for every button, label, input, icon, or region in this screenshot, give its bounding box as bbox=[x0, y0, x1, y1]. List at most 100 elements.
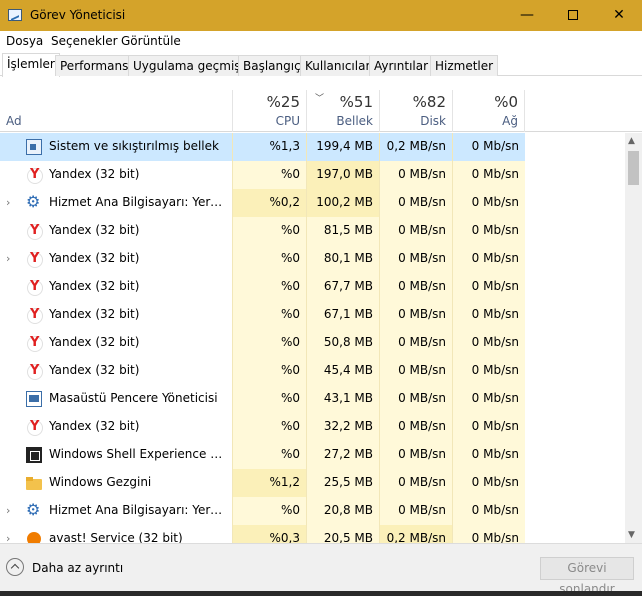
process-mem-value: 45,4 MB bbox=[323, 363, 373, 377]
scroll-thumb[interactable] bbox=[628, 151, 639, 185]
process-mem-cell: 199,4 MB bbox=[306, 133, 379, 161]
process-cpu-cell: %0 bbox=[232, 217, 306, 245]
process-cpu-cell: %0 bbox=[232, 245, 306, 273]
tab-details[interactable]: Ayrıntılar bbox=[369, 55, 434, 76]
process-name: Yandex (32 bit) bbox=[49, 419, 140, 433]
process-row[interactable]: Yandex (32 bit) %0 67,1 MB 0 MB/sn 0 Mb/sn bbox=[0, 301, 625, 329]
process-row[interactable]: Yandex (32 bit) %0 81,5 MB 0 MB/sn 0 Mb/sn bbox=[0, 217, 625, 245]
process-name-cell[interactable]: Yandex (32 bit) bbox=[0, 161, 232, 189]
process-net-value: 0 Mb/sn bbox=[471, 531, 519, 543]
scroll-down-icon[interactable]: ▼ bbox=[628, 530, 635, 540]
process-name-cell[interactable]: Yandex (32 bit) bbox=[0, 301, 232, 329]
tab-performance[interactable]: Performans bbox=[55, 55, 134, 76]
column-disk[interactable]: %82 Disk bbox=[379, 90, 452, 132]
process-disk-value: 0 MB/sn bbox=[398, 307, 446, 321]
process-row[interactable]: Yandex (32 bit) %0 32,2 MB 0 MB/sn 0 Mb/sn bbox=[0, 413, 625, 441]
process-mem-cell: 27,2 MB bbox=[306, 441, 379, 469]
collapse-up-icon[interactable] bbox=[6, 558, 24, 576]
process-row[interactable]: Yandex (32 bit) %0 197,0 MB 0 MB/sn 0 Mb/sn bbox=[0, 161, 625, 189]
process-name: Yandex (32 bit) bbox=[49, 363, 140, 377]
process-net-value: 0 Mb/sn bbox=[471, 419, 519, 433]
taskbar-edge bbox=[0, 591, 642, 596]
expand-chevron-icon[interactable]: › bbox=[6, 532, 10, 543]
process-name-cell[interactable]: › Hizmet Ana Bilgisayarı: Yerel Sis... bbox=[0, 497, 232, 525]
process-cpu-value: %0 bbox=[280, 363, 300, 377]
process-name-cell[interactable]: › Yandex (32 bit) bbox=[0, 245, 232, 273]
process-list: Sistem ve sıkıştırılmış bellek %1,3 199,4 … bbox=[0, 133, 625, 543]
close-button[interactable]: ✕ bbox=[596, 0, 642, 31]
process-mem-value: 43,1 MB bbox=[323, 391, 373, 405]
process-row[interactable]: › Yandex (32 bit) %0 80,1 MB 0 MB/sn 0 Mb/sn bbox=[0, 245, 625, 273]
menu-view[interactable]: Görüntüle bbox=[121, 34, 181, 48]
process-name-cell[interactable]: Sistem ve sıkıştırılmış bellek bbox=[0, 133, 232, 161]
process-row[interactable]: › avast! Service (32 bit) %0,3 20,5 MB 0,2 M… bbox=[0, 525, 625, 543]
menu-file[interactable]: Dosya bbox=[6, 34, 43, 48]
process-row[interactable]: › Hizmet Ana Bilgisayarı: Yerel Sis... %0,… bbox=[0, 189, 625, 217]
process-cpu-cell: %0 bbox=[232, 161, 306, 189]
process-net-value: 0 Mb/sn bbox=[471, 251, 519, 265]
yandex-icon bbox=[26, 307, 43, 324]
column-cpu[interactable]: %25 CPU bbox=[232, 90, 306, 132]
process-mem-value: 80,1 MB bbox=[323, 251, 373, 265]
tab-startup[interactable]: Başlangıç bbox=[238, 55, 306, 76]
process-mem-value: 25,5 MB bbox=[323, 475, 373, 489]
footer: Daha az ayrıntı Görevi sonlandır bbox=[0, 543, 642, 596]
expand-chevron-icon[interactable]: › bbox=[6, 252, 10, 265]
process-row[interactable]: Yandex (32 bit) %0 45,4 MB 0 MB/sn 0 Mb/sn bbox=[0, 357, 625, 385]
process-row[interactable]: Yandex (32 bit) %0 50,8 MB 0 MB/sn 0 Mb/sn bbox=[0, 329, 625, 357]
tab-app-history[interactable]: Uygulama geçmişi bbox=[128, 55, 249, 76]
column-name[interactable]: Ad bbox=[6, 114, 22, 128]
scroll-up-icon[interactable]: ▲ bbox=[628, 136, 635, 146]
maximize-button[interactable] bbox=[550, 0, 596, 31]
process-row[interactable]: › Hizmet Ana Bilgisayarı: Yerel Sis... %0 2… bbox=[0, 497, 625, 525]
process-cpu-value: %0 bbox=[280, 391, 300, 405]
process-disk-value: 0 MB/sn bbox=[398, 447, 446, 461]
process-net-cell: 0 Mb/sn bbox=[452, 385, 525, 413]
process-name: Sistem ve sıkıştırılmış bellek bbox=[49, 139, 219, 153]
process-row[interactable]: Windows Gezgini %1,2 25,5 MB 0 MB/sn 0 Mb/sn bbox=[0, 469, 625, 497]
expand-chevron-icon[interactable]: › bbox=[6, 196, 10, 209]
process-name-cell[interactable]: Yandex (32 bit) bbox=[0, 273, 232, 301]
process-name-cell[interactable]: Yandex (32 bit) bbox=[0, 413, 232, 441]
tab-users[interactable]: Kullanıcılar bbox=[300, 55, 376, 76]
vertical-scrollbar[interactable]: ▲ ▼ bbox=[625, 133, 642, 543]
task-manager-app-icon bbox=[8, 9, 22, 21]
process-mem-cell: 80,1 MB bbox=[306, 245, 379, 273]
process-disk-cell: 0 MB/sn bbox=[379, 329, 452, 357]
process-mem-value: 20,8 MB bbox=[323, 503, 373, 517]
title-bar[interactable]: Görev Yöneticisi — ✕ bbox=[0, 0, 642, 31]
process-mem-cell: 32,2 MB bbox=[306, 413, 379, 441]
process-name: Yandex (32 bit) bbox=[49, 251, 140, 265]
process-row[interactable]: Windows Shell Experience Host %0 27,2 MB 0 … bbox=[0, 441, 625, 469]
process-net-cell: 0 Mb/sn bbox=[452, 357, 525, 385]
process-disk-value: 0 MB/sn bbox=[398, 167, 446, 181]
process-net-value: 0 Mb/sn bbox=[471, 391, 519, 405]
process-row[interactable]: Yandex (32 bit) %0 67,7 MB 0 MB/sn 0 Mb/sn bbox=[0, 273, 625, 301]
tab-processes[interactable]: İşlemler bbox=[2, 53, 60, 77]
process-name-cell[interactable]: Yandex (32 bit) bbox=[0, 217, 232, 245]
menu-options[interactable]: Seçenekler bbox=[51, 34, 118, 48]
process-name-cell[interactable]: Yandex (32 bit) bbox=[0, 357, 232, 385]
tab-bar: İşlemler Performans Uygulama geçmişi Baş… bbox=[0, 52, 642, 77]
process-name-cell[interactable]: Windows Gezgini bbox=[0, 469, 232, 497]
process-name-cell[interactable]: Yandex (32 bit) bbox=[0, 329, 232, 357]
process-name-cell[interactable]: Windows Shell Experience Host bbox=[0, 441, 232, 469]
tab-services[interactable]: Hizmetler bbox=[430, 55, 499, 76]
minimize-button[interactable]: — bbox=[504, 0, 550, 31]
end-task-button[interactable]: Görevi sonlandır bbox=[540, 557, 634, 596]
expand-chevron-icon[interactable]: › bbox=[6, 504, 10, 517]
process-cpu-cell: %0,2 bbox=[232, 189, 306, 217]
column-memory[interactable]: ﹀ %51 Bellek bbox=[306, 90, 379, 132]
menu-bar: Dosya Seçenekler Görüntüle bbox=[0, 31, 642, 52]
process-row[interactable]: Sistem ve sıkıştırılmış bellek %1,3 199,4 … bbox=[0, 133, 625, 161]
process-cpu-cell: %0 bbox=[232, 273, 306, 301]
process-net-cell: 0 Mb/sn bbox=[452, 413, 525, 441]
process-disk-cell: 0 MB/sn bbox=[379, 497, 452, 525]
process-disk-value: 0 MB/sn bbox=[398, 335, 446, 349]
process-row[interactable]: Masaüstü Pencere Yöneticisi %0 43,1 MB 0 MB… bbox=[0, 385, 625, 413]
process-name-cell[interactable]: › Hizmet Ana Bilgisayarı: Yerel Sis... bbox=[0, 189, 232, 217]
process-name-cell[interactable]: Masaüstü Pencere Yöneticisi bbox=[0, 385, 232, 413]
fewer-details-link[interactable]: Daha az ayrıntı bbox=[32, 561, 123, 575]
column-network[interactable]: %0 Ağ bbox=[452, 90, 525, 132]
process-name-cell[interactable]: › avast! Service (32 bit) bbox=[0, 525, 232, 543]
